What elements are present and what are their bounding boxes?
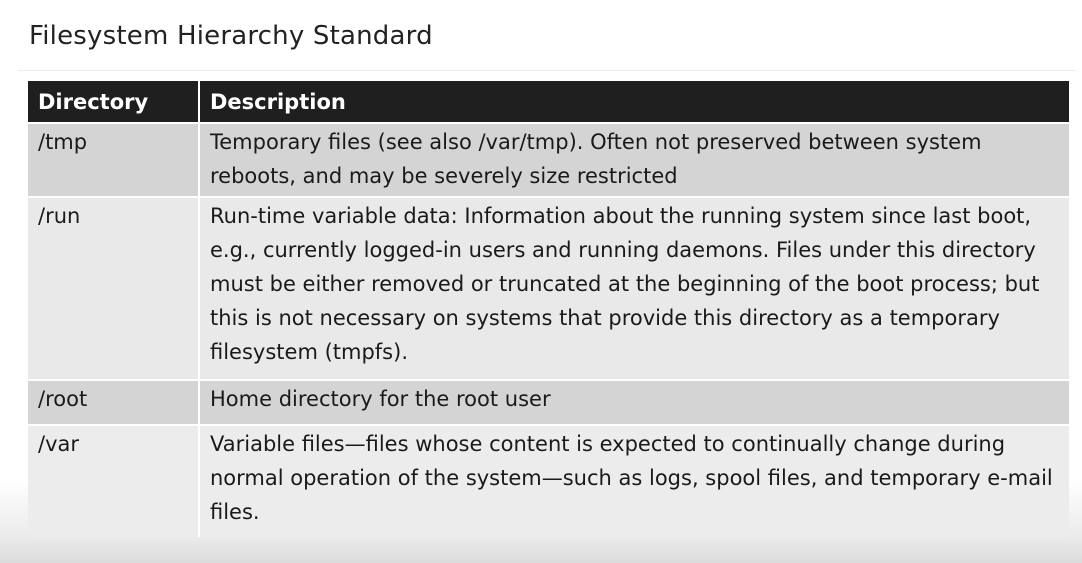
table-row: /var Variable files—files whose content … [28,424,1069,537]
description-cell: Temporary files (see also /var/tmp). Oft… [199,122,1069,197]
table-header-row: Directory Description [28,81,1069,123]
directory-cell: /var [28,424,200,537]
table-row: /tmp Temporary files (see also /var/tmp)… [28,122,1069,197]
directory-cell: /tmp [28,122,200,197]
fhs-table: Directory Description /tmp Temporary fil… [28,81,1069,537]
description-cell: Home directory for the root user [199,379,1069,425]
page-title: Filesystem Hierarchy Standard [29,21,433,51]
title-divider [18,70,1076,71]
table-row: /root Home directory for the root user [28,379,1069,425]
column-header-description: Description [199,81,1069,123]
table-row: /run Run-time variable data: Information… [28,196,1069,380]
description-cell: Variable files—files whose content is ex… [199,424,1069,537]
column-header-directory: Directory [28,81,200,123]
description-cell: Run-time variable data: Information abou… [199,196,1069,380]
directory-cell: /root [28,379,200,425]
directory-cell: /run [28,196,200,380]
